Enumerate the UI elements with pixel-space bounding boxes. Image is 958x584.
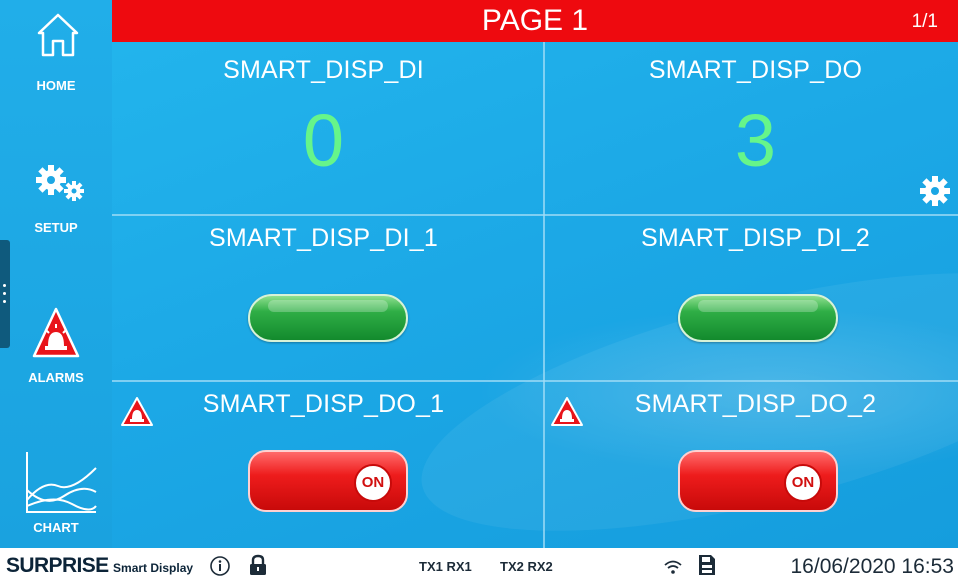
sidebar-item-home[interactable]: HOME — [0, 10, 112, 96]
port1-status: TX1 RX1 — [419, 559, 472, 574]
cell-title: SMART_DISP_DI_1 — [208, 224, 438, 252]
cell-title: SMART_DISP_DO_2 — [634, 390, 877, 418]
cell-title: SMART_DISP_DI — [223, 56, 424, 84]
page-header: PAGE 1 1/1 — [112, 0, 958, 42]
cell-title: SMART_DISP_DI_2 — [640, 224, 870, 252]
toggle-knob-label: ON — [784, 464, 822, 502]
gears-icon — [36, 165, 84, 201]
cell-smart-disp-do-2: SMART_DISP_DO_2 ON — [544, 382, 958, 548]
home-icon — [37, 13, 79, 57]
cell-smart-disp-do: SMART_DISP_DO 3 — [544, 42, 958, 214]
numeric-value: 3 — [734, 99, 777, 182]
sidebar-item-label: SETUP — [34, 220, 78, 235]
sidebar: HOME SETUP ALARMS CHART — [0, 0, 112, 548]
sidebar-item-alarms[interactable]: ALARMS — [0, 306, 112, 386]
page-title: PAGE 1 — [481, 4, 589, 37]
output-toggle[interactable]: ON — [248, 450, 408, 512]
info-icon[interactable] — [209, 555, 231, 577]
main-panel: SMART_DISP_DI 0 SMART_DISP_DO 3 SMART_DI… — [112, 42, 958, 548]
cell-title: SMART_DISP_DO_1 — [202, 390, 445, 418]
toggle-knob-label: ON — [354, 464, 392, 502]
brand-name: SURPRISE — [6, 554, 109, 577]
status-indicator-green — [248, 294, 408, 342]
sidebar-item-label: ALARMS — [28, 370, 84, 385]
sidebar-item-label: HOME — [36, 78, 76, 93]
cell-title: SMART_DISP_DO — [648, 56, 863, 84]
datetime-display: 16/06/2020 16:53 — [790, 555, 955, 578]
sidebar-item-setup[interactable]: SETUP — [0, 160, 112, 240]
sd-card-icon — [699, 555, 715, 575]
page-counter[interactable]: 1/1 — [912, 0, 938, 42]
numeric-value: 0 — [302, 99, 345, 182]
cell-smart-disp-do-1: SMART_DISP_DO_1 ON — [112, 382, 535, 548]
brand-subtitle: Smart Display — [113, 561, 194, 575]
lock-icon[interactable] — [248, 554, 268, 576]
port2-status: TX2 RX2 — [500, 559, 553, 574]
chart-icon — [26, 452, 97, 513]
status-indicator-green — [678, 294, 838, 342]
cell-smart-disp-di-2: SMART_DISP_DI_2 — [544, 216, 958, 380]
side-drawer-handle[interactable] — [0, 240, 10, 348]
cell-smart-disp-di-1: SMART_DISP_DI_1 — [112, 216, 535, 380]
gear-icon[interactable] — [918, 174, 952, 208]
sidebar-item-chart[interactable]: CHART — [0, 450, 112, 540]
status-bar: SURPRISE Smart Display TX1 RX1 TX2 RX2 1… — [0, 548, 958, 584]
brand-logo: SURPRISE Smart Display — [6, 552, 193, 580]
sidebar-item-label: CHART — [33, 520, 79, 535]
wifi-icon — [664, 560, 682, 574]
output-toggle[interactable]: ON — [678, 450, 838, 512]
alarm-icon — [32, 307, 80, 358]
cell-smart-disp-di: SMART_DISP_DI 0 — [112, 42, 535, 214]
